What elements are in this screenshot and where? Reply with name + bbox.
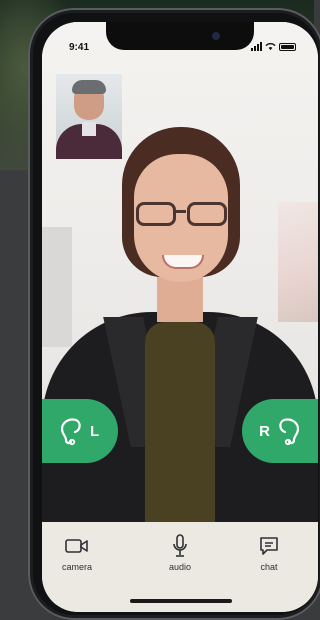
phone-notch [106, 22, 254, 50]
background-art [278, 202, 318, 322]
signal-icon [251, 42, 262, 51]
camera-button[interactable]: camera [47, 534, 107, 572]
audio-label: audio [168, 562, 192, 572]
right-hearing-aid-button[interactable]: R [242, 399, 318, 463]
battery-icon [279, 43, 296, 51]
microphone-icon [173, 534, 187, 557]
glasses-lens-left [136, 202, 176, 226]
left-hearing-aid-button[interactable]: L [42, 399, 118, 463]
background-shelf [42, 227, 72, 347]
right-hearing-aid-label: R [259, 422, 270, 440]
person-shirt [145, 322, 215, 522]
status-time: 9:41 [69, 42, 90, 53]
hearing-aid-icon [60, 418, 81, 446]
hearing-aid-icon [279, 418, 300, 446]
self-view-video[interactable] [56, 74, 122, 159]
status-icons [251, 41, 296, 51]
chat-button[interactable]: chat [239, 534, 299, 572]
glasses [134, 202, 229, 228]
glasses-lens-right [187, 202, 227, 226]
video-camera-icon [65, 539, 88, 553]
left-hearing-aid-label: L [90, 422, 100, 440]
self-view-hair [72, 80, 106, 94]
chat-bubble-icon [260, 537, 278, 555]
wifi-icon [265, 43, 276, 51]
front-camera [212, 32, 220, 40]
glasses-bridge [176, 210, 186, 213]
self-view-collar [82, 122, 96, 136]
home-indicator[interactable] [130, 599, 232, 603]
phone-screen: 9:41 L R camera audio chat [42, 22, 318, 612]
chat-label: chat [260, 562, 278, 572]
audio-button[interactable]: audio [150, 534, 210, 572]
camera-label: camera [61, 562, 92, 572]
